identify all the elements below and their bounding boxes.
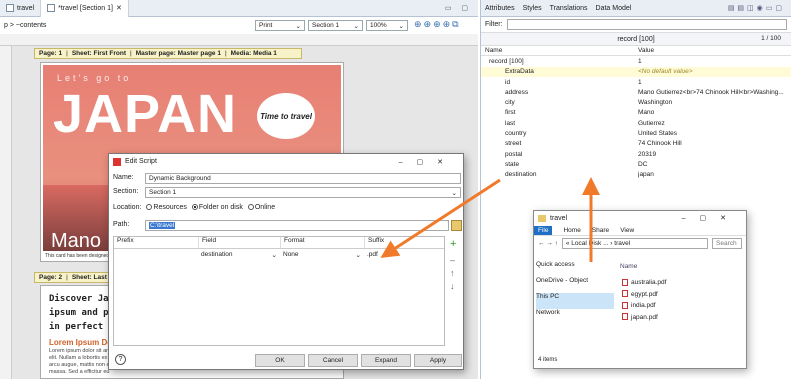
arrow-to-suffix <box>380 178 501 258</box>
annotation-arrows <box>380 177 600 262</box>
